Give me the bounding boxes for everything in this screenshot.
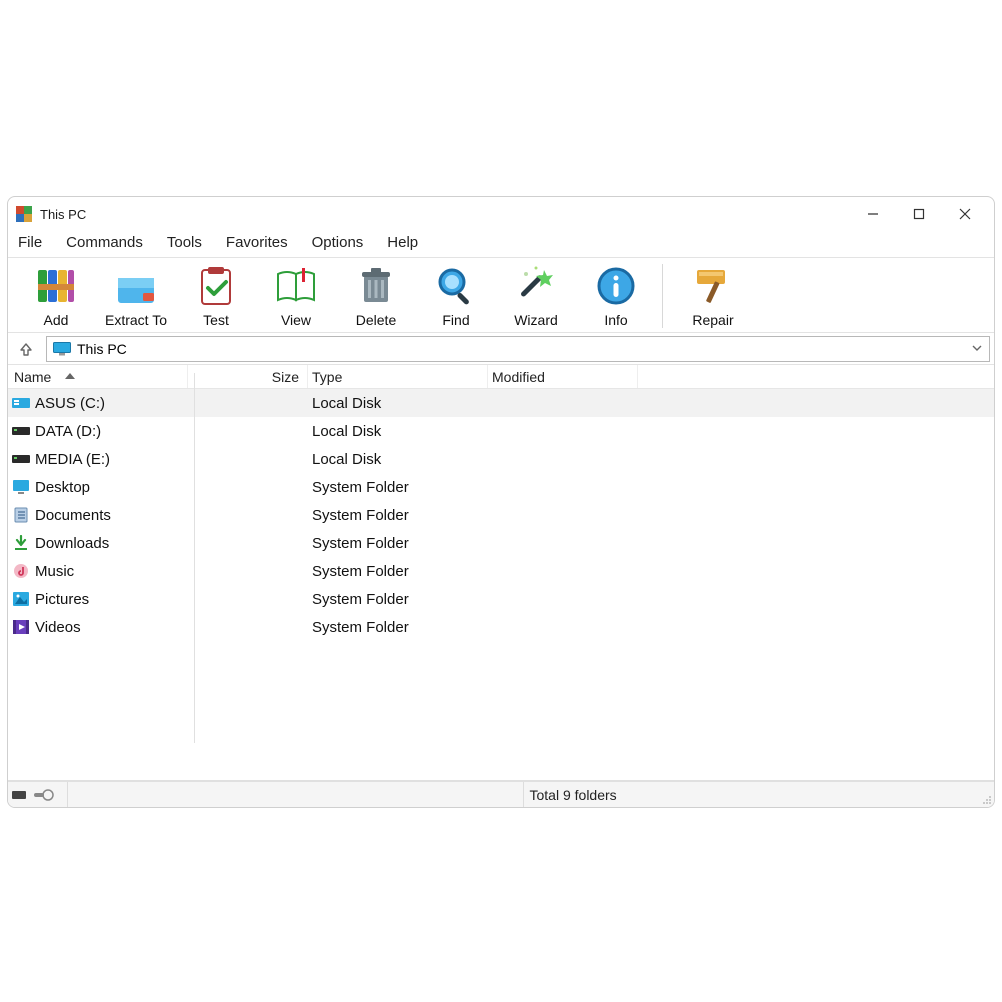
window-title: This PC <box>40 207 86 222</box>
item-name: Downloads <box>35 535 109 552</box>
toolbar-wizard[interactable]: Wizard <box>496 262 576 328</box>
status-icons <box>8 782 68 807</box>
toolbar-find[interactable]: Find <box>416 262 496 328</box>
toolbar-test[interactable]: Test <box>176 262 256 328</box>
resize-grip-icon[interactable] <box>978 782 994 807</box>
item-type: System Folder <box>308 563 488 580</box>
column-name[interactable]: Name <box>8 365 188 388</box>
toolbar-info[interactable]: Info <box>576 262 656 328</box>
folder-extract-icon <box>114 264 158 308</box>
item-type: System Folder <box>308 479 488 496</box>
toolbar: AddExtract ToTestViewDeleteFindWizardInf… <box>8 258 994 333</box>
doc-icon <box>12 506 32 524</box>
menu-commands[interactable]: Commands <box>66 234 143 251</box>
list-item[interactable]: Desktop System Folder <box>8 473 994 501</box>
address-row: This PC <box>8 333 994 365</box>
list-item[interactable]: Downloads System Folder <box>8 529 994 557</box>
item-type: System Folder <box>308 507 488 524</box>
music-icon <box>12 562 32 580</box>
hammer-icon <box>691 264 735 308</box>
list-item[interactable]: ASUS (C:) Local Disk <box>8 389 994 417</box>
picture-icon <box>12 590 32 608</box>
list-item[interactable]: Music System Folder <box>8 557 994 585</box>
menu-favorites[interactable]: Favorites <box>226 234 288 251</box>
disk-dark-icon <box>12 422 32 440</box>
toolbar-label: Delete <box>336 312 416 328</box>
list-item[interactable]: DATA (D:) Local Disk <box>8 417 994 445</box>
clipboard-check-icon <box>194 264 238 308</box>
list-item[interactable]: Documents System Folder <box>8 501 994 529</box>
toolbar-delete[interactable]: Delete <box>336 262 416 328</box>
menu-bar: File Commands Tools Favorites Options He… <box>8 231 994 258</box>
info-circle-icon <box>594 264 638 308</box>
item-type: Local Disk <box>308 395 488 412</box>
window: This PC File Commands Tools Favorites Op… <box>7 196 995 808</box>
item-name: Videos <box>35 619 81 636</box>
maximize-button[interactable] <box>896 199 942 229</box>
toolbar-extract-to[interactable]: Extract To <box>96 262 176 328</box>
address-text: This PC <box>77 341 127 357</box>
item-type: Local Disk <box>308 423 488 440</box>
status-selection <box>68 782 524 807</box>
toolbar-view[interactable]: View <box>256 262 336 328</box>
toolbar-add[interactable]: Add <box>16 262 96 328</box>
disk-blue-icon <box>12 394 32 412</box>
column-modified[interactable]: Modified <box>488 365 638 388</box>
list-item[interactable]: Videos System Folder <box>8 613 994 641</box>
column-size[interactable]: Size <box>188 365 308 388</box>
item-name: Pictures <box>35 591 89 608</box>
item-type: Local Disk <box>308 451 488 468</box>
item-name: MEDIA (E:) <box>35 451 110 468</box>
chevron-down-icon[interactable] <box>971 341 983 357</box>
app-icon <box>16 206 32 222</box>
status-bar: Total 9 folders <box>8 781 994 807</box>
close-button[interactable] <box>942 199 988 229</box>
address-bar[interactable]: This PC <box>46 336 990 362</box>
download-icon <box>12 534 32 552</box>
item-name: Desktop <box>35 479 90 496</box>
item-name: Documents <box>35 507 111 524</box>
up-button[interactable] <box>12 337 40 361</box>
list-item[interactable]: Pictures System Folder <box>8 585 994 613</box>
sort-indicator-icon <box>65 371 75 382</box>
item-type: System Folder <box>308 535 488 552</box>
book-open-icon <box>274 264 318 308</box>
wand-icon <box>514 264 558 308</box>
toolbar-label: Wizard <box>496 312 576 328</box>
item-type: System Folder <box>308 591 488 608</box>
video-icon <box>12 618 32 636</box>
column-type[interactable]: Type <box>308 365 488 388</box>
desktop-icon <box>12 478 32 496</box>
menu-file[interactable]: File <box>18 234 42 251</box>
file-list: ASUS (C:)Local DiskDATA (D:)Local DiskME… <box>8 389 994 781</box>
disk-dark-icon <box>12 450 32 468</box>
menu-help[interactable]: Help <box>387 234 418 251</box>
window-controls <box>850 199 988 229</box>
toolbar-label: Repair <box>673 312 753 328</box>
toolbar-label: Add <box>16 312 96 328</box>
books-icon <box>34 264 78 308</box>
minimize-button[interactable] <box>850 199 896 229</box>
list-header: Name Size Type Modified <box>8 365 994 389</box>
monitor-icon <box>53 342 71 356</box>
menu-options[interactable]: Options <box>312 234 364 251</box>
status-total: Total 9 folders <box>524 782 979 807</box>
item-name: Music <box>35 563 74 580</box>
toolbar-label: Extract To <box>96 312 176 328</box>
list-item[interactable]: MEDIA (E:) Local Disk <box>8 445 994 473</box>
toolbar-label: Find <box>416 312 496 328</box>
item-name: ASUS (C:) <box>35 395 105 412</box>
menu-tools[interactable]: Tools <box>167 234 202 251</box>
trash-icon <box>354 264 398 308</box>
titlebar: This PC <box>8 197 994 231</box>
toolbar-label: View <box>256 312 336 328</box>
item-name: DATA (D:) <box>35 423 101 440</box>
toolbar-separator <box>662 264 663 328</box>
toolbar-label: Info <box>576 312 656 328</box>
item-type: System Folder <box>308 619 488 636</box>
magnifier-icon <box>434 264 478 308</box>
toolbar-label: Test <box>176 312 256 328</box>
toolbar-repair[interactable]: Repair <box>673 262 753 328</box>
